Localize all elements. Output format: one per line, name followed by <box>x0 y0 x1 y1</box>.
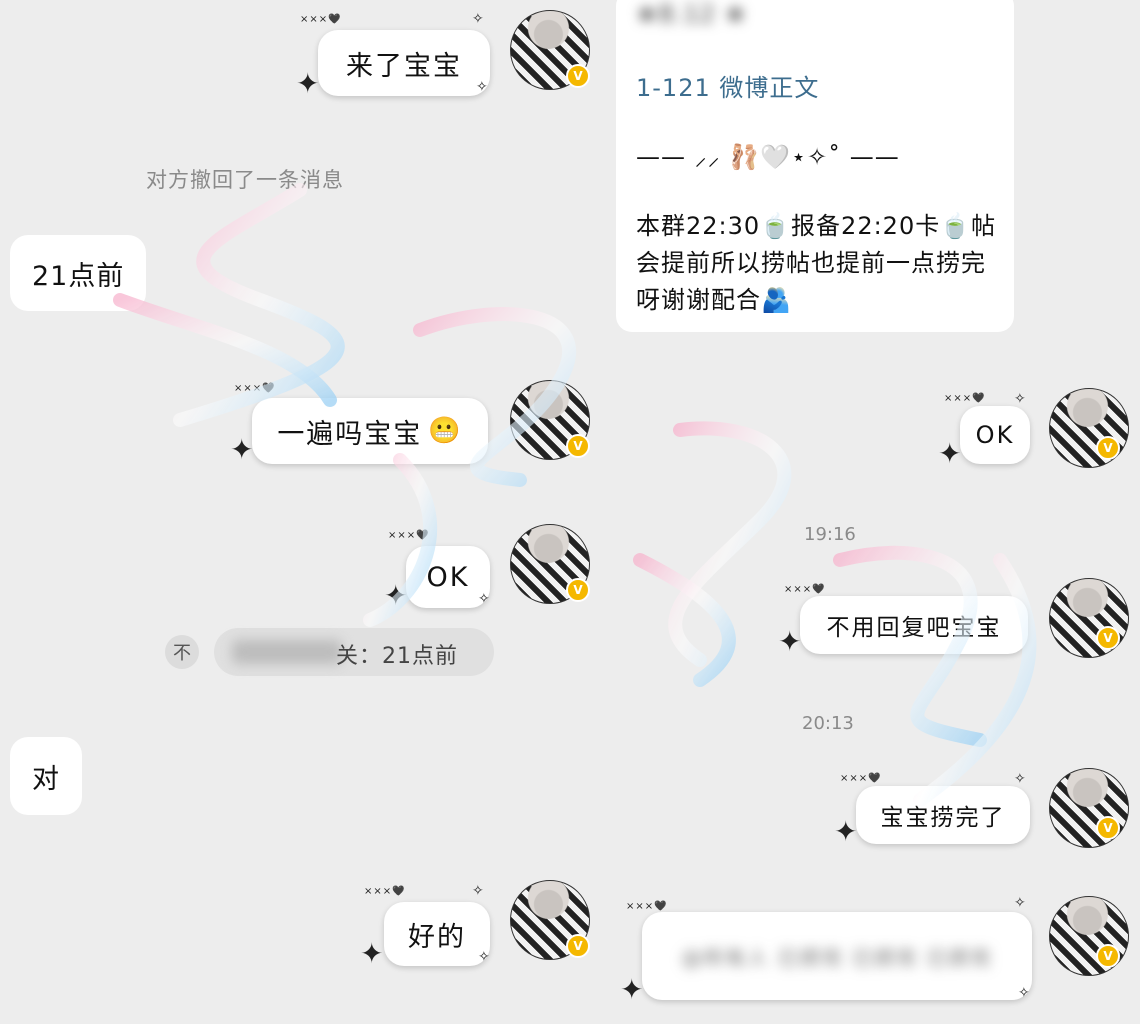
sparkle-icon: ✧ <box>476 79 488 95</box>
card-divider: —— ⸝⸝ 🩰🤍⋆✧˚ —— <box>636 143 900 171</box>
chat-bubble-outgoing[interactable]: @所有人 已捞完 已捞完 已捞完 <box>642 912 1032 1000</box>
bubble-tag: ×××🖤 <box>234 383 276 394</box>
quote-blurred-name <box>232 640 342 664</box>
chat-bubble-incoming[interactable]: 对 <box>10 737 82 815</box>
sparkle-icon: ✧ <box>472 11 484 27</box>
sparkle-icon: ✦ <box>778 625 802 658</box>
sparkle-icon: ✧ <box>1018 985 1030 1001</box>
bubble-tag: ×××🖤 <box>944 393 986 404</box>
avatar[interactable] <box>1049 578 1129 658</box>
verified-badge-icon: V <box>1096 944 1120 968</box>
sparkle-icon: ✦ <box>620 973 644 1006</box>
sparkle-icon: ✧ <box>1014 771 1026 787</box>
sparkle-icon: ✧ <box>478 591 490 607</box>
bubble-tag: ×××🖤 <box>784 584 826 595</box>
verified-badge-icon: V <box>1096 816 1120 840</box>
sparkle-icon: ✦ <box>360 937 384 970</box>
sparkle-icon: ✧ <box>478 949 490 965</box>
chat-bubble-outgoing[interactable]: 不用回复吧宝宝 <box>800 596 1028 654</box>
avatar[interactable] <box>1049 896 1129 976</box>
bubble-tag: ×××🖤 <box>626 901 668 912</box>
sparkle-icon: ✦ <box>384 579 408 612</box>
chat-bubble-outgoing[interactable]: 来了宝宝 <box>318 30 490 96</box>
quote-toggle-icon[interactable]: 不 <box>165 635 199 669</box>
chat-bubble-incoming[interactable]: 21点前 <box>10 235 147 311</box>
chat-bubble-outgoing[interactable]: 宝宝捞完了 <box>856 786 1030 844</box>
sparkle-icon: ✧ <box>472 883 484 899</box>
verified-badge-icon: V <box>1096 626 1120 650</box>
sparkle-icon: ✧ <box>1014 895 1026 911</box>
verified-badge-icon: V <box>566 434 590 458</box>
recall-notice: 对方撤回了一条消息 <box>146 168 344 192</box>
avatar[interactable] <box>1049 768 1129 848</box>
quote-bubble[interactable]: 关：21点前 <box>214 628 494 676</box>
sparkle-icon: ✦ <box>296 67 320 100</box>
chat-bubble-outgoing[interactable]: 好的 <box>384 902 490 966</box>
blurred-message-text: @所有人 已捞完 已捞完 已捞完 <box>681 945 993 970</box>
verified-badge-icon: V <box>566 64 590 88</box>
verified-badge-icon: V <box>566 934 590 958</box>
avatar[interactable] <box>1049 388 1129 468</box>
timestamp: 20:13 <box>802 713 854 734</box>
bubble-tag: ×××🖤 <box>388 530 430 541</box>
sparkle-icon: ✦ <box>834 815 858 848</box>
verified-badge-icon: V <box>1096 436 1120 460</box>
timestamp: 19:16 <box>804 524 856 545</box>
bubble-tag: ×××🖤 <box>840 773 882 784</box>
message-text: 一遍吗宝宝 <box>277 418 423 450</box>
chat-bubble-outgoing[interactable]: OK <box>960 406 1030 464</box>
quote-text: 关：21点前 <box>336 644 458 669</box>
bubble-tag: ×××🖤 <box>300 14 342 25</box>
announcement-card[interactable]: ★8.12 ★ 1-121 微博正文 —— ⸝⸝ 🩰🤍⋆✧˚ —— 本群22:3… <box>616 0 1014 332</box>
verified-badge-icon: V <box>566 578 590 602</box>
sparkle-icon: ✦ <box>230 433 254 466</box>
card-header-line: ★8.12 ★ <box>636 0 748 28</box>
sparkle-icon: ✧ <box>1014 391 1026 407</box>
bubble-tag: ×××🖤 <box>364 886 406 897</box>
chat-bubble-outgoing[interactable]: 一遍吗宝宝 😬 <box>252 398 488 464</box>
card-link[interactable]: 1-121 微博正文 <box>636 68 819 103</box>
emoji-icon: 😬 <box>428 416 463 446</box>
card-body: 本群22:30🍵报备22:20卡🍵帖会提前所以捞帖也提前一点捞完呀谢谢配合🫂 <box>636 212 997 314</box>
sparkle-icon: ✦ <box>938 437 962 470</box>
